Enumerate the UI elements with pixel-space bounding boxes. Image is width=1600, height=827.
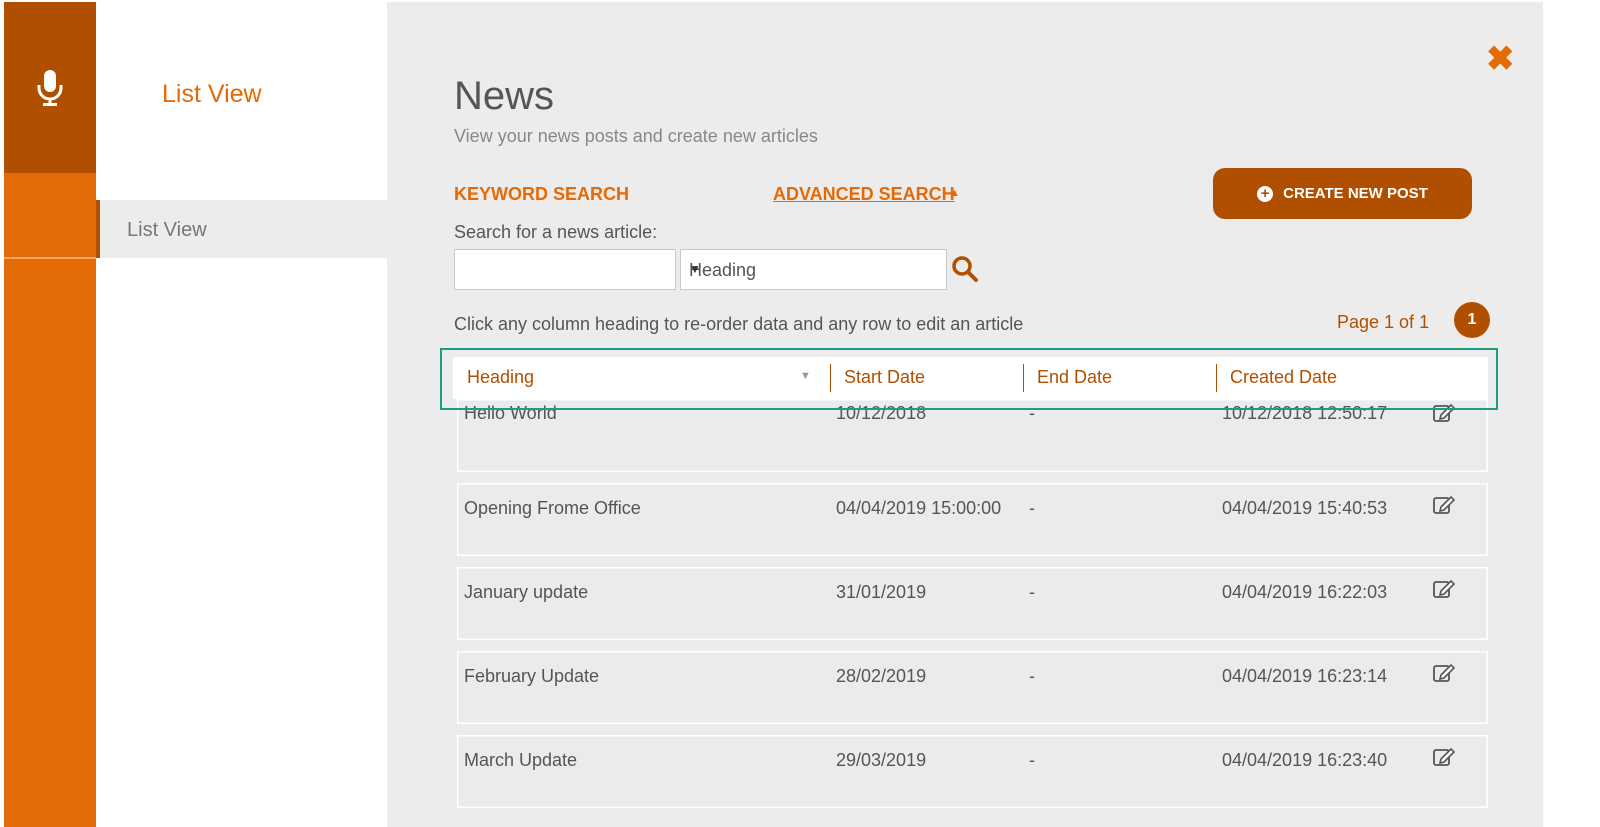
cell-heading: February Update <box>464 666 600 686</box>
page-subtitle: View your news posts and create new arti… <box>454 126 818 146</box>
column-divider <box>1216 364 1217 392</box>
create-new-post-button[interactable]: + CREATE NEW POST <box>1213 168 1472 219</box>
sort-caret-icon[interactable]: ▼ <box>800 370 811 382</box>
cell-start-date: 28/02/2019 <box>836 666 927 686</box>
page-info: Page 1 of 1 <box>1337 312 1430 332</box>
cell-heading: January update <box>464 582 589 602</box>
column-heading[interactable]: Heading <box>467 367 534 388</box>
rail-module-button[interactable] <box>4 2 96 173</box>
cell-created-date: 04/04/2019 16:23:40 <box>1222 750 1388 770</box>
plus-circle-icon: + <box>1257 185 1274 202</box>
create-button-label: CREATE NEW POST <box>1283 185 1428 202</box>
table-hint: Click any column heading to re-order dat… <box>454 314 1024 334</box>
search-input[interactable] <box>454 249 676 290</box>
sidebar-item-label: List View <box>127 219 207 241</box>
sidebar: List View List View <box>96 2 387 827</box>
tab-advanced-search[interactable]: ADVANCED SEARCH <box>773 184 955 205</box>
cell-heading: Hello World <box>464 403 557 423</box>
sidebar-item-list-view[interactable]: List View <box>96 200 387 258</box>
main-panel: ✖ News View your news posts and create n… <box>387 2 1543 827</box>
table-row[interactable]: January update 31/01/2019 - 04/04/2019 1… <box>458 568 1487 639</box>
app-rail <box>4 2 96 827</box>
cell-end-date: - <box>1029 750 1035 770</box>
microphone-icon <box>37 69 63 106</box>
cell-end-date: - <box>1029 582 1035 602</box>
caret-up-icon: ▲ <box>949 187 960 199</box>
cell-end-date: - <box>1029 403 1035 423</box>
page-title: News <box>454 74 555 118</box>
cell-start-date: 29/03/2019 <box>836 750 927 770</box>
cell-start-date: 31/01/2019 <box>836 582 927 602</box>
column-end-date[interactable]: End Date <box>1037 367 1112 388</box>
edit-icon[interactable] <box>1433 663 1455 683</box>
rail-divider <box>4 257 96 259</box>
cell-heading: Opening Frome Office <box>464 498 641 518</box>
table-row[interactable]: February Update 28/02/2019 - 04/04/2019 … <box>458 652 1487 723</box>
column-created-date[interactable]: Created Date <box>1230 367 1337 388</box>
search-icon[interactable] <box>951 255 979 288</box>
cell-created-date: 04/04/2019 15:40:53 <box>1222 498 1388 518</box>
cell-end-date: - <box>1029 666 1035 686</box>
edit-icon[interactable] <box>1433 579 1455 599</box>
column-start-date[interactable]: Start Date <box>844 367 925 388</box>
column-divider <box>830 364 831 392</box>
cell-start-date: 10/12/2018 <box>836 403 927 423</box>
cell-created-date: 04/04/2019 16:22:03 <box>1222 582 1388 602</box>
table-row[interactable]: March Update 29/03/2019 - 04/04/2019 16:… <box>458 736 1487 807</box>
cell-created-date: 10/12/2018 12:50:17 <box>1222 403 1388 423</box>
chevron-down-icon: ▼ <box>689 262 701 276</box>
cell-created-date: 04/04/2019 16:23:14 <box>1222 666 1388 686</box>
cell-heading: March Update <box>464 750 578 770</box>
page-number-button[interactable]: 1 <box>1454 302 1490 338</box>
table-header: Heading ▼ Start Date End Date Created Da… <box>453 357 1488 399</box>
cell-end-date: - <box>1029 498 1035 518</box>
edit-icon[interactable] <box>1433 403 1455 423</box>
search-field-select[interactable]: Heading ▼ <box>680 249 947 290</box>
tab-keyword-search[interactable]: KEYWORD SEARCH <box>454 184 629 205</box>
sidebar-title: List View <box>162 80 262 108</box>
close-icon[interactable]: ✖ <box>1486 42 1515 76</box>
search-label: Search for a news article: <box>454 222 658 242</box>
cell-start-date: 04/04/2019 15:00:00 <box>836 498 1002 518</box>
table-row[interactable]: Opening Frome Office 04/04/2019 15:00:00… <box>458 484 1487 555</box>
edit-icon[interactable] <box>1433 747 1455 767</box>
column-divider <box>1023 364 1024 392</box>
edit-icon[interactable] <box>1433 495 1455 515</box>
table-row[interactable]: Hello World 10/12/2018 - 10/12/2018 12:5… <box>458 400 1487 471</box>
